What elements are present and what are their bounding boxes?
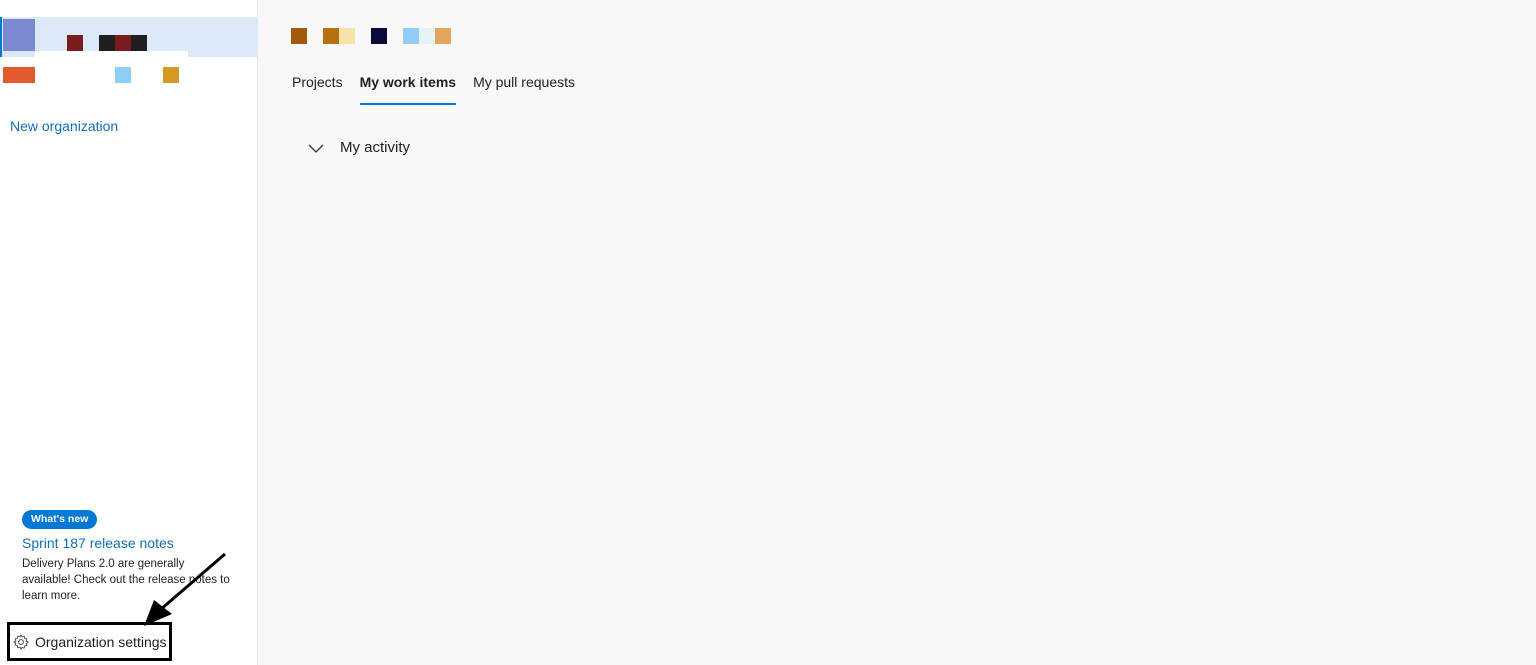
- redacted-org-name: [115, 35, 131, 51]
- tab-projects[interactable]: Projects: [292, 72, 343, 105]
- redacted-org-avatar: [3, 19, 35, 51]
- release-notes-link[interactable]: Sprint 187 release notes: [22, 535, 174, 551]
- redacted-title-block: [371, 28, 387, 44]
- redacted-title-block: [291, 28, 307, 44]
- redacted-org-item: [163, 67, 179, 83]
- selection-indicator: [0, 17, 2, 57]
- redacted-title-block: [403, 28, 419, 44]
- redacted-org-item[interactable]: [3, 67, 35, 83]
- my-activity-section-toggle[interactable]: My activity: [308, 139, 410, 156]
- redacted-title-block: [323, 28, 339, 44]
- redacted-org-name: [131, 35, 147, 51]
- redacted-org-name: [99, 35, 115, 51]
- my-activity-label: My activity: [340, 139, 411, 156]
- redacted-org-mask: [35, 51, 188, 57]
- redacted-org-item: [115, 67, 131, 83]
- redacted-title-block: [435, 28, 451, 44]
- redacted-title-block: [339, 28, 355, 44]
- tab-my-pull-requests[interactable]: My pull requests: [473, 72, 575, 105]
- organization-settings-label: Organization settings: [35, 633, 167, 650]
- tab-bar: Projects My work items My pull requests: [292, 72, 592, 106]
- new-organization-link[interactable]: New organization: [10, 118, 118, 134]
- whats-new-badge: What's new: [22, 510, 98, 529]
- tab-my-work-items[interactable]: My work items: [359, 72, 457, 105]
- gear-icon: [13, 633, 29, 650]
- annotation-arrow-icon: [144, 552, 226, 626]
- redacted-org-name: [67, 35, 83, 51]
- redacted-title-block: [419, 28, 435, 44]
- chevron-down-icon: [308, 144, 324, 153]
